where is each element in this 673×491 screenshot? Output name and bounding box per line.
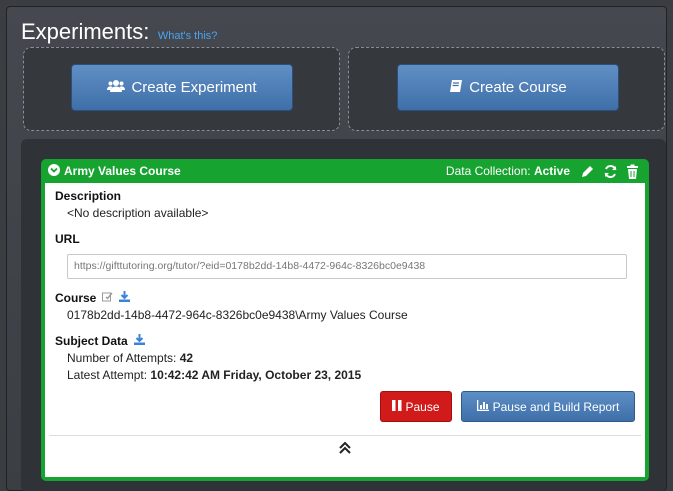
experiment-buttons: Pause Pause and Build Report <box>380 391 635 422</box>
experiment-name-toggle[interactable]: Army Values Course <box>48 163 181 179</box>
download-icon[interactable] <box>119 291 131 305</box>
create-experiment-label: Create Experiment <box>131 79 257 96</box>
experiment-actions <box>580 164 639 179</box>
latest-attempt-row: Latest Attempt: 10:42:42 AM Friday, Octo… <box>55 368 635 382</box>
create-course-label: Create Course <box>469 79 567 96</box>
book-icon <box>449 79 463 97</box>
create-experiment-slot: Create Experiment <box>23 47 340 131</box>
experiment-name: Army Values Course <box>64 164 181 178</box>
latest-attempt-value: 10:42:42 AM Friday, October 23, 2015 <box>150 368 362 382</box>
attempts-value: 42 <box>179 351 194 365</box>
whats-this-link[interactable]: What's this? <box>158 30 218 42</box>
experiments-heading: Experiments: What's this? <box>21 19 217 45</box>
attempts-row: Number of Attempts: 42 <box>55 351 635 365</box>
pause-icon <box>392 399 402 414</box>
experiment-card-header: Army Values Course Data Collection: Acti… <box>45 159 645 183</box>
double-chevron-up-icon <box>338 441 352 458</box>
pause-and-build-report-button[interactable]: Pause and Build Report <box>461 391 635 422</box>
divider <box>49 435 641 436</box>
chevron-circle-down-icon <box>48 163 60 179</box>
experiment-card-body: Description <No description available> U… <box>45 183 645 477</box>
pause-label: Pause <box>405 399 440 414</box>
description-value: <No description available> <box>67 206 209 220</box>
experiment-card: Army Values Course Data Collection: Acti… <box>41 159 649 481</box>
trash-icon[interactable] <box>626 164 639 179</box>
attempts-label: Number of Attempts: <box>67 351 177 365</box>
create-course-button[interactable]: Create Course <box>397 64 619 111</box>
pause-button[interactable]: Pause <box>380 391 452 422</box>
course-path: 0178b2dd-14b8-4472-964c-8326bc0e9438\Arm… <box>67 308 408 322</box>
course-label: Course <box>55 291 97 305</box>
data-collection-value: Active <box>533 164 570 178</box>
url-field[interactable]: https://gifttutoring.org/tutor/?eid=0178… <box>67 254 627 279</box>
page-title: Experiments: <box>21 19 150 44</box>
users-icon <box>107 79 126 97</box>
description-label: Description <box>55 189 122 203</box>
create-course-slot: Create Course <box>348 47 665 131</box>
latest-attempt-label: Latest Attempt: <box>67 368 148 382</box>
bar-chart-icon <box>476 399 489 414</box>
download-icon[interactable] <box>133 334 145 348</box>
data-collection-status: Data Collection: Active <box>446 164 570 178</box>
url-label: URL <box>55 232 80 246</box>
pencil-icon[interactable] <box>580 164 595 179</box>
pause-and-build-report-label: Pause and Build Report <box>492 399 620 414</box>
edit-square-icon[interactable] <box>102 291 113 305</box>
subject-data-label: Subject Data <box>55 334 128 348</box>
collapse-button[interactable] <box>45 441 645 458</box>
subject-data-label-row: Subject Data <box>55 334 635 348</box>
refresh-icon[interactable] <box>603 164 618 179</box>
experiments-panel: Experiments: What's this? Create Experim… <box>6 6 667 491</box>
data-collection-label: Data Collection: <box>445 164 531 178</box>
experiment-list: Army Values Course Data Collection: Acti… <box>21 139 666 491</box>
create-experiment-button[interactable]: Create Experiment <box>71 64 293 111</box>
course-label-row: Course <box>55 291 635 305</box>
